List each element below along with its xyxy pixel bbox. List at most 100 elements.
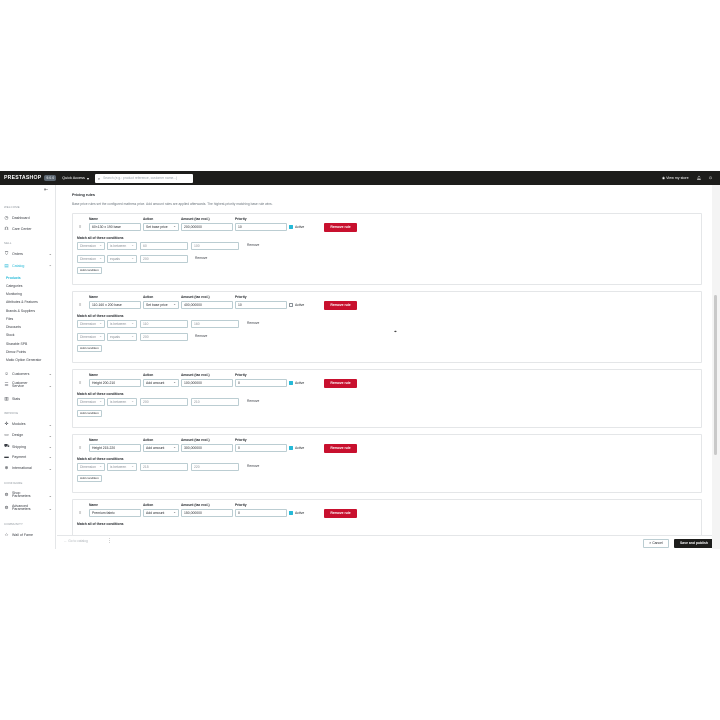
condition-value-input[interactable]: 200 bbox=[140, 398, 188, 406]
sidebar-sub-generator[interactable]: Matio Option Generator bbox=[6, 358, 41, 362]
rule-priority-input[interactable]: 10 bbox=[235, 301, 287, 309]
sidebar-item-care-center[interactable]: ☊ Care Center bbox=[4, 226, 52, 232]
sidebar-sub-brands[interactable]: Brands & Suppliers bbox=[6, 309, 35, 313]
remove-condition-link[interactable]: Remove bbox=[195, 334, 207, 338]
rule-action-select[interactable]: Set base price bbox=[143, 301, 179, 309]
add-condition-button[interactable]: Add condition bbox=[77, 475, 102, 482]
add-condition-button[interactable]: Add condition bbox=[77, 410, 102, 417]
rule-name-input[interactable]: Height 215-220 bbox=[89, 444, 141, 452]
sidebar-sub-points[interactable]: Dimoz Points bbox=[6, 350, 26, 354]
sidebar-item-payment[interactable]: ▬ Payment ⌄ bbox=[4, 454, 52, 459]
condition-operator-select[interactable]: equals bbox=[107, 333, 137, 341]
cancel-button[interactable]: × Cancel bbox=[643, 539, 669, 548]
sidebar-item-customer-service[interactable]: ☰ Customer Service ⌄ bbox=[4, 381, 52, 389]
remove-condition-link[interactable]: Remove bbox=[247, 243, 259, 247]
condition-value2-input[interactable]: 160 bbox=[191, 320, 239, 328]
save-and-publish-button[interactable]: Save and publish bbox=[674, 539, 714, 548]
sidebar-item-modules[interactable]: ✣ Modules ⌄ bbox=[4, 421, 52, 427]
condition-operator-select[interactable]: is between bbox=[107, 242, 137, 250]
add-condition-button[interactable]: Add condition bbox=[77, 345, 102, 352]
scrollbar[interactable] bbox=[712, 185, 720, 549]
condition-value-input[interactable]: 215 bbox=[140, 463, 188, 471]
condition-operator-select[interactable]: equals bbox=[107, 255, 137, 263]
rule-name-input[interactable]: 110-160 x 200 base bbox=[89, 301, 141, 309]
drag-handle-icon[interactable]: ≡ bbox=[79, 380, 81, 385]
rule-amount-input[interactable]: 300,000000 bbox=[181, 444, 233, 452]
rule-action-select[interactable]: Add amount bbox=[143, 509, 179, 517]
active-checkbox[interactable]: Active bbox=[289, 511, 304, 515]
sidebar-sub-stock[interactable]: Stock bbox=[6, 333, 14, 337]
rule-name-input[interactable]: Premium fabric bbox=[89, 509, 141, 517]
drag-handle-icon[interactable]: ≡ bbox=[79, 224, 81, 229]
condition-value-input[interactable]: 110 bbox=[140, 320, 188, 328]
sidebar-sub-categories[interactable]: Categories bbox=[6, 284, 22, 288]
condition-value-input[interactable]: 200 bbox=[140, 333, 188, 341]
rule-priority-input[interactable]: 0 bbox=[235, 509, 287, 517]
sidebar-item-dashboard[interactable]: ◷ Dashboard bbox=[4, 215, 52, 221]
sidebar-item-advanced-parameters[interactable]: ⚙ Advanced Parameters ⌄ bbox=[4, 504, 52, 512]
checkbox-box[interactable] bbox=[289, 511, 293, 515]
condition-field-select[interactable]: Dimension bbox=[77, 242, 105, 250]
view-store-link[interactable]: ◉ View my store bbox=[662, 176, 689, 180]
remove-condition-link[interactable]: Remove bbox=[195, 256, 207, 260]
rule-priority-input[interactable]: 10 bbox=[235, 223, 287, 231]
sidebar-item-shipping[interactable]: ⛟ Shipping ⌄ bbox=[4, 443, 52, 450]
rule-action-select[interactable]: Set base price bbox=[143, 223, 179, 231]
scrollbar-thumb[interactable] bbox=[714, 295, 717, 455]
rule-amount-input[interactable]: 150,000000 bbox=[181, 509, 233, 517]
condition-value2-input[interactable]: 210 bbox=[191, 398, 239, 406]
condition-field-select[interactable]: Dimension bbox=[77, 463, 105, 471]
prestashop-logo[interactable]: PRESTASHOP bbox=[4, 175, 41, 181]
condition-operator-select[interactable]: is between bbox=[107, 398, 137, 406]
drag-handle-icon[interactable]: ≡ bbox=[79, 302, 81, 307]
remove-rule-button[interactable]: Remove rule bbox=[324, 301, 357, 310]
condition-value-input[interactable]: 60 bbox=[140, 242, 188, 250]
bell-icon[interactable]: 🔔︎ bbox=[697, 176, 702, 180]
sidebar-sub-discounts[interactable]: Discounts bbox=[6, 325, 21, 329]
sidebar-item-international[interactable]: ⊕ International ⌄ bbox=[4, 465, 52, 471]
remove-condition-link[interactable]: Remove bbox=[247, 399, 259, 403]
checkbox-box[interactable] bbox=[289, 446, 293, 450]
active-checkbox[interactable]: Active bbox=[289, 225, 304, 229]
sidebar-item-stats[interactable]: ▥ Stats bbox=[4, 396, 52, 402]
rule-action-select[interactable]: Add amount bbox=[143, 444, 179, 452]
checkbox-box[interactable] bbox=[289, 381, 293, 385]
quick-access-menu[interactable]: Quick Access ▾ bbox=[62, 176, 89, 181]
rule-name-input[interactable]: Height 200-210 bbox=[89, 379, 141, 387]
sidebar-sub-sharable[interactable]: Sharable SPB bbox=[6, 342, 27, 346]
sidebar-sub-monitoring[interactable]: Monitoring bbox=[6, 292, 22, 296]
condition-value-input[interactable]: 200 bbox=[140, 255, 188, 263]
active-checkbox[interactable]: Active bbox=[289, 303, 304, 307]
rule-amount-input[interactable]: 200,000000 bbox=[181, 223, 233, 231]
sidebar-item-wall-of-fame[interactable]: ☆ Wall of Fame bbox=[4, 532, 52, 538]
sidebar-item-orders[interactable]: ⛉ Orders ⌄ bbox=[4, 251, 52, 256]
sidebar-item-design[interactable]: ▭ Design ⌄ bbox=[4, 432, 52, 438]
sidebar-sub-products[interactable]: Products bbox=[6, 276, 21, 280]
rule-priority-input[interactable]: 0 bbox=[235, 379, 287, 387]
remove-rule-button[interactable]: Remove rule bbox=[324, 223, 357, 232]
drag-handle-icon[interactable]: ≡ bbox=[79, 445, 81, 450]
active-checkbox[interactable]: Active bbox=[289, 381, 304, 385]
remove-condition-link[interactable]: Remove bbox=[247, 464, 259, 468]
condition-field-select[interactable]: Dimension bbox=[77, 255, 105, 263]
more-options-icon[interactable]: ⋮ bbox=[107, 538, 112, 544]
condition-operator-select[interactable]: is between bbox=[107, 463, 137, 471]
condition-operator-select[interactable]: is between bbox=[107, 320, 137, 328]
condition-field-select[interactable]: Dimension bbox=[77, 398, 105, 406]
rule-name-input[interactable]: 60×130 x 190 base bbox=[89, 223, 141, 231]
go-to-catalog-link[interactable]: ← Go to catalog bbox=[64, 539, 88, 543]
logout-icon[interactable]: ⏻ bbox=[709, 176, 712, 180]
rule-amount-input[interactable]: 100,000000 bbox=[181, 379, 233, 387]
remove-rule-button[interactable]: Remove rule bbox=[324, 379, 357, 388]
condition-field-select[interactable]: Dimension bbox=[77, 320, 105, 328]
sidebar-sub-attributes[interactable]: Attributes & Features bbox=[6, 300, 38, 304]
remove-rule-button[interactable]: Remove rule bbox=[324, 509, 357, 518]
condition-field-select[interactable]: Dimension bbox=[77, 333, 105, 341]
add-condition-button[interactable]: Add condition bbox=[77, 267, 102, 274]
drag-handle-icon[interactable]: ≡ bbox=[79, 510, 81, 515]
sidebar-item-shop-parameters[interactable]: ⚙ Shop Parameters ⌄ bbox=[4, 491, 52, 499]
collapse-sidebar-icon[interactable]: ⇤ bbox=[44, 187, 48, 193]
rule-amount-input[interactable]: 400,000000 bbox=[181, 301, 233, 309]
remove-rule-button[interactable]: Remove rule bbox=[324, 444, 357, 453]
checkbox-box[interactable] bbox=[289, 225, 293, 229]
